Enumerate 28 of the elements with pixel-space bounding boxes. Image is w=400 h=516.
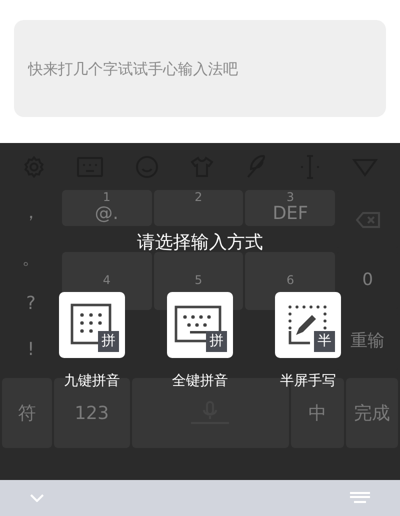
key-number: 3 — [286, 191, 294, 204]
input-method-option[interactable]: 半 — [275, 292, 341, 358]
badge: 拼 — [98, 331, 119, 352]
key[interactable]: 2 — [154, 190, 244, 226]
key-letters: DEF — [272, 204, 308, 224]
badge: 半 — [314, 331, 335, 352]
input-method-option[interactable]: 拼 — [167, 292, 233, 358]
key-number: 1 — [102, 191, 110, 204]
badge: 拼 — [206, 331, 227, 352]
backspace-icon — [356, 212, 380, 228]
dialog-title: 请选择输入方式 — [137, 231, 263, 255]
punctuation-key[interactable]: ? — [26, 290, 36, 318]
option-label: 全键拼音 — [172, 372, 228, 390]
punctuation-key[interactable]: ， — [22, 199, 40, 226]
chevron-down-icon[interactable] — [30, 494, 44, 502]
keyboard-icon[interactable] — [350, 492, 370, 504]
punctuation-key[interactable]: 。 — [22, 244, 40, 272]
key-number: 2 — [194, 191, 202, 204]
key-number: 5 — [194, 274, 202, 287]
key[interactable]: 符 — [2, 378, 52, 448]
key-number: 6 — [286, 274, 294, 287]
input-method-option[interactable]: 拼 — [59, 292, 125, 358]
key[interactable]: 3 DEF — [245, 190, 336, 226]
key[interactable]: 完成 — [346, 378, 398, 448]
punctuation-key[interactable]: ! — [27, 336, 34, 363]
key-letters: @. — [94, 204, 118, 224]
key[interactable]: 1 @. — [62, 190, 152, 226]
key-number: 4 — [102, 274, 110, 287]
